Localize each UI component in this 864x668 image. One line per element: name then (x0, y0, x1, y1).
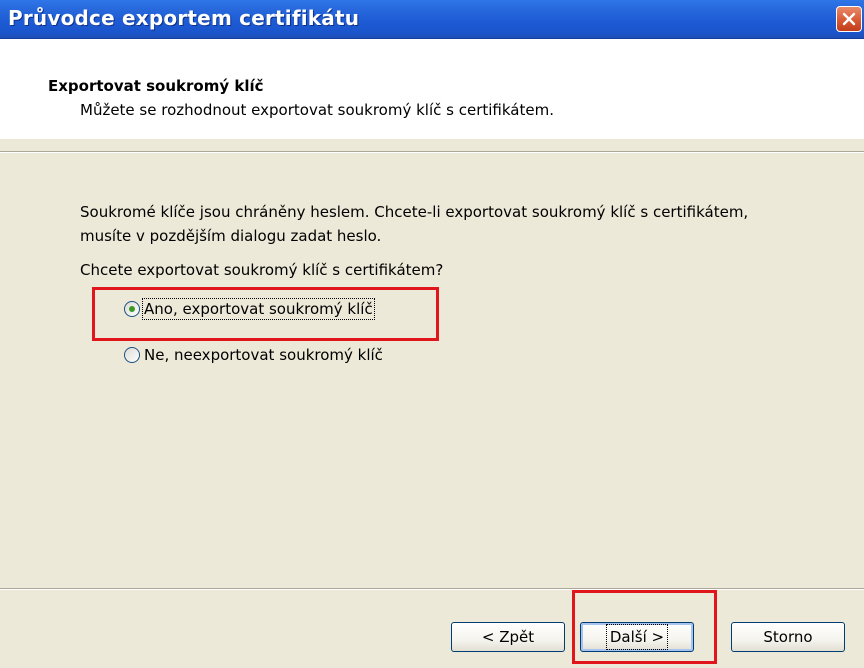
page-subtitle: Můžete se rozhodnout exportovat soukromý… (80, 101, 554, 119)
description-text: Soukromé klíče jsou chráněny heslem. Chc… (80, 203, 749, 245)
close-icon (842, 12, 856, 26)
cancel-button[interactable]: Storno (731, 622, 845, 652)
window-title: Průvodce exportem certifikátu (8, 6, 360, 30)
footer-divider (0, 588, 864, 590)
wizard-header: Exportovat soukromý klíč Můžete se rozho… (0, 39, 864, 139)
back-button-label: < Zpět (481, 628, 535, 646)
page-title: Exportovat soukromý klíč (48, 77, 264, 95)
radio-option-yes[interactable]: Ano, exportovat soukromý klíč (124, 298, 375, 320)
radio-label-yes[interactable]: Ano, exportovat soukromý klíč (142, 298, 375, 320)
title-bar: Průvodce exportem certifikátu (0, 0, 864, 39)
radio-option-no[interactable]: Ne, neexportovat soukromý klíč (124, 346, 383, 364)
question-text: Chcete exportovat soukromý klíč s certif… (80, 261, 444, 279)
radio-label-no[interactable]: Ne, neexportovat soukromý klíč (144, 346, 383, 364)
cancel-button-label: Storno (763, 628, 813, 646)
radio-button-no[interactable] (124, 347, 140, 363)
radio-button-yes[interactable] (124, 301, 140, 317)
close-button[interactable] (836, 6, 862, 32)
next-button[interactable]: Další > (580, 622, 694, 652)
back-button[interactable]: < Zpět (451, 622, 565, 652)
header-divider (0, 151, 864, 153)
next-button-label: Další > (605, 624, 669, 650)
